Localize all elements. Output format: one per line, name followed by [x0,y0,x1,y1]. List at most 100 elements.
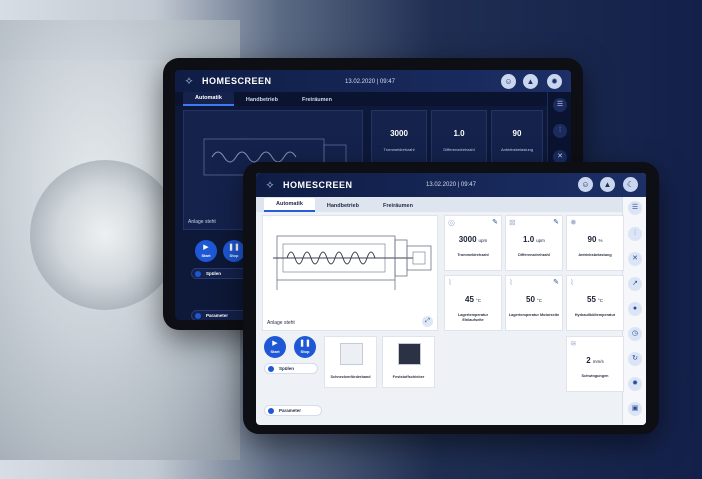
sidebar: ☰ ⫶ ✕ ↗ ● ◷ ↻ ✹ ▣ [622,197,646,425]
thermometer-icon: ⌇ [570,278,574,287]
background-motor [30,160,180,310]
clock-icon[interactable]: ◷ [628,327,642,341]
equipment-label: Feststoffschieber [392,375,425,379]
metric-label: Lagertemperatur Einlaufseite [457,313,489,322]
metric-card[interactable]: ◎ ✎ 3000 upm Trommeldrehzahl [444,215,502,271]
back-metric-value: 1.0 [453,129,465,138]
back-parameter-button[interactable]: Parameter [191,310,251,320]
metric-label: Differenzdrehzahl [518,253,550,257]
control-buttons: ▶ Start ❚❚ Stop [262,336,322,386]
tab-handbetrieb[interactable]: Handbetrieb [315,200,371,212]
valve-icon [398,343,421,365]
metric-label: Lagertemperatur Motorseite [508,313,560,317]
back-tab-automatik[interactable]: Automatik [183,92,234,106]
back-start-button[interactable]: ▶ Start [195,240,217,262]
sliders-icon[interactable]: ⫶ [628,227,642,241]
stop-button[interactable]: ❚❚ Stop [294,336,316,358]
user-icon[interactable]: ☺ [578,177,593,192]
back-metric-card: 3000 Trommeldrehzahl [371,110,427,166]
metric-label: Hydrauliköltemperatur [574,313,616,317]
decanter-diagram-panel: Anlage steht ⤢ [262,215,438,331]
drop-icon[interactable]: ● [628,302,642,316]
back-metric-label: Differenzdrehzahl [443,147,475,152]
gauge-icon: ◎ [448,218,455,227]
spuelen-button[interactable]: Spülen [264,363,318,374]
gear-icon: ✹ [570,218,577,227]
vibration-icon: ≋ [570,339,577,348]
metric-card: ≋ 2 mm/s Schwingungen [566,336,624,392]
app-title: HOMESCREEN [283,180,353,190]
differential-icon: ⊠ [509,218,516,227]
start-button[interactable]: ▶ Start [264,336,286,358]
thermometer-icon: ⌇ [509,278,513,287]
drop-icon [268,366,274,372]
save-icon[interactable]: ▣ [628,402,642,416]
header: ⟡ HOMESCREEN 13.02.2020 | 09:47 ☺ ▲ ☾ [256,173,646,197]
back-metric-value: 90 [512,129,522,138]
front-screen: ⟡ HOMESCREEN 13.02.2020 | 09:47 ☺ ▲ ☾ Au… [256,173,646,425]
equipment-label: Schneckenförderband [330,375,371,379]
warning-icon[interactable]: ▲ [600,177,615,192]
back-metric-value: 3000 [390,129,408,138]
metric-card[interactable]: ⌇ ✎ 50 °C Lagertemperatur Motorseite [505,275,563,331]
user-icon[interactable]: ☺ [501,74,516,89]
back-metric-card: 1.0 Differenzdrehzahl [431,110,487,166]
metric-value: 50 °C [526,295,542,304]
metric-value: 2 mm/s [586,356,604,365]
logo-icon: ⟡ [266,179,274,191]
thermometer-icon: ⌇ [448,278,452,287]
metric-label: Antriebsbelastung [578,253,612,257]
back-app-title: HOMESCREEN [202,76,272,86]
metric-value: 55 °C [587,295,603,304]
tab-freiraeumen[interactable]: Freiräumen [371,200,425,212]
tools-icon[interactable]: ✕ [628,252,642,266]
front-tablet: ⟡ HOMESCREEN 13.02.2020 | 09:47 ☺ ▲ ☾ Au… [243,162,659,434]
main-content: Anlage steht ⤢ ◎ ✎ 3000 upm Trommeldrehza… [262,215,624,421]
edit-icon[interactable]: ✎ [492,218,498,226]
back-datetime: 13.02.2020 | 09:47 [345,79,395,85]
menu-icon[interactable]: ☰ [553,98,567,112]
metric-value: 90% [587,235,603,244]
metric-value: 45 °C [465,295,481,304]
tabs: Automatik Handbetrieb Freiräumen [256,197,646,212]
equipment-card[interactable]: Schneckenförderband [324,336,377,388]
conveyor-icon [340,343,363,365]
status-label: Anlage steht [267,320,295,326]
tab-automatik[interactable]: Automatik [264,198,315,212]
metric-card: ⌇ 55 °C Hydrauliköltemperatur [566,275,624,331]
back-status-label: Anlage steht [188,219,216,225]
settings-icon[interactable]: ✹ [547,74,562,89]
datetime: 13.02.2020 | 09:47 [426,182,476,188]
parameter-icon [268,408,274,414]
back-header: ⟡ HOMESCREEN 13.02.2020 | 09:47 ☺ ▲ ✹ [175,70,571,92]
decanter-diagram [273,235,432,290]
metric-card[interactable]: ⊠ ✎ 1.0 upm Differenzdrehzahl [505,215,563,271]
warning-icon[interactable]: ▲ [523,74,538,89]
chart-icon[interactable]: ↗ [628,277,642,291]
back-tab-handbetrieb[interactable]: Handbetrieb [234,94,290,106]
refresh-icon[interactable]: ↻ [628,352,642,366]
metric-label: Schwingungen [581,374,609,378]
sliders-icon[interactable]: ⫶ [553,124,567,138]
back-metric-label: Antriebsbelastung [500,147,534,152]
back-metric-card: 90 Antriebsbelastung [491,110,543,166]
parameter-button[interactable]: Parameter [264,405,322,416]
menu-icon[interactable]: ☰ [628,201,642,215]
logo-icon: ⟡ [185,75,193,87]
night-mode-icon[interactable]: ☾ [623,177,638,192]
back-spuelen-button[interactable]: Spülen [191,268,251,279]
metric-label: Trommeldrehzahl [457,253,489,257]
back-stop-button[interactable]: ❚❚ Stop [223,240,245,262]
expand-icon[interactable]: ⤢ [422,316,433,327]
edit-icon[interactable]: ✎ [553,278,559,286]
back-tab-freiraeumen[interactable]: Freiräumen [290,94,344,106]
equipment-card[interactable]: Feststoffschieber [382,336,435,388]
metric-value: 1.0 upm [523,235,545,244]
metric-value: 3000 upm [458,235,488,244]
gear-icon[interactable]: ✹ [628,377,642,391]
metric-card: ✹ 90% Antriebsbelastung [566,215,624,271]
metric-card: ⌇ 45 °C Lagertemperatur Einlaufseite [444,275,502,331]
edit-icon[interactable]: ✎ [553,218,559,226]
back-tabs: Automatik Handbetrieb Freiräumen [175,92,571,106]
back-metric-label: Trommeldrehzahl [383,147,415,152]
